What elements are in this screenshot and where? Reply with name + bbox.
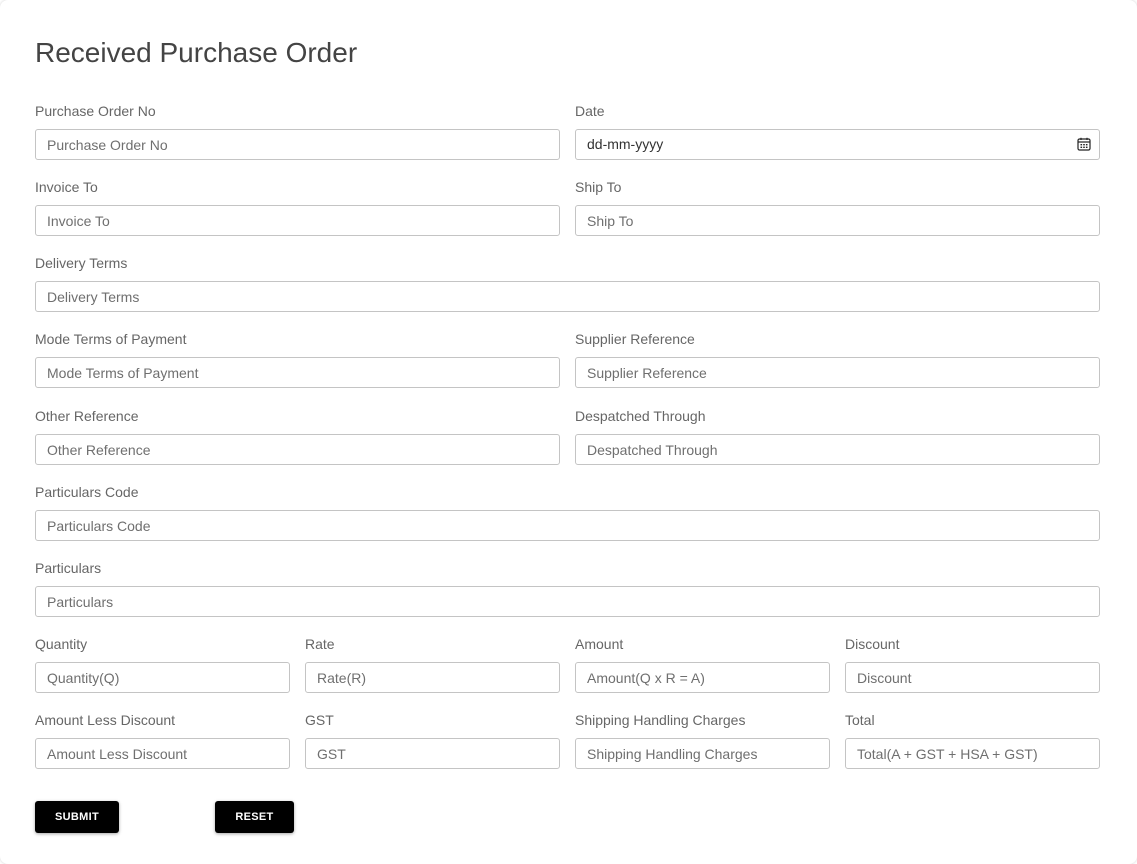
- date-input[interactable]: dd-mm-yyyy: [575, 129, 1100, 160]
- amount-label: Amount: [575, 636, 624, 652]
- gst-input[interactable]: [306, 739, 559, 768]
- other-reference-box: [35, 434, 560, 465]
- mode-terms-payment-input[interactable]: [36, 358, 559, 387]
- supplier-reference-box: [575, 357, 1100, 388]
- supplier-reference-input[interactable]: [576, 358, 1099, 387]
- despatched-through-input[interactable]: [576, 435, 1099, 464]
- amount-less-discount-input[interactable]: [36, 739, 289, 768]
- particulars-code-input[interactable]: [36, 511, 1099, 540]
- supplier-reference-label: Supplier Reference: [575, 331, 695, 347]
- total-box: [845, 738, 1100, 769]
- quantity-box: [35, 662, 290, 693]
- discount-input[interactable]: [846, 663, 1099, 692]
- particulars-code-label: Particulars Code: [35, 484, 139, 500]
- page-title: Received Purchase Order: [35, 37, 358, 68]
- shipping-handling-charges-input[interactable]: [576, 739, 829, 768]
- date-placeholder: dd-mm-yyyy: [587, 136, 664, 152]
- gst-box: [305, 738, 560, 769]
- ship-to-label: Ship To: [575, 179, 622, 195]
- invoice-to-box: [35, 205, 560, 236]
- discount-box: [845, 662, 1100, 693]
- particulars-input[interactable]: [36, 587, 1099, 616]
- purchase-order-no-label: Purchase Order No: [35, 103, 156, 119]
- discount-label: Discount: [845, 636, 900, 652]
- delivery-terms-label: Delivery Terms: [35, 255, 128, 271]
- quantity-label: Quantity: [35, 636, 88, 652]
- calendar-icon[interactable]: [1077, 137, 1091, 151]
- invoice-to-label: Invoice To: [35, 179, 98, 195]
- shipping-handling-charges-box: [575, 738, 830, 769]
- amount-less-discount-box: [35, 738, 290, 769]
- mode-terms-payment-label: Mode Terms of Payment: [35, 331, 187, 347]
- reset-button[interactable]: RESET: [215, 801, 294, 833]
- particulars-label: Particulars: [35, 560, 102, 576]
- rate-box: [305, 662, 560, 693]
- purchase-order-no-input[interactable]: [36, 130, 559, 159]
- date-label: Date: [575, 103, 605, 119]
- other-reference-label: Other Reference: [35, 408, 139, 424]
- shipping-handling-charges-label: Shipping Handling Charges: [575, 712, 746, 728]
- despatched-through-box: [575, 434, 1100, 465]
- particulars-box: [35, 586, 1100, 617]
- gst-label: GST: [305, 712, 334, 728]
- ship-to-box: [575, 205, 1100, 236]
- amount-input[interactable]: [576, 663, 829, 692]
- purchase-order-no-box: [35, 129, 560, 160]
- mode-terms-payment-box: [35, 357, 560, 388]
- particulars-code-box: [35, 510, 1100, 541]
- total-input[interactable]: [846, 739, 1099, 768]
- rate-label: Rate: [305, 636, 335, 652]
- submit-button[interactable]: SUBMIT: [35, 801, 119, 833]
- quantity-input[interactable]: [36, 663, 289, 692]
- amount-box: [575, 662, 830, 693]
- amount-less-discount-label: Amount Less Discount: [35, 712, 176, 728]
- delivery-terms-input[interactable]: [36, 282, 1099, 311]
- total-label: Total: [845, 712, 875, 728]
- rate-input[interactable]: [306, 663, 559, 692]
- delivery-terms-box: [35, 281, 1100, 312]
- other-reference-input[interactable]: [36, 435, 559, 464]
- ship-to-input[interactable]: [576, 206, 1099, 235]
- invoice-to-input[interactable]: [36, 206, 559, 235]
- purchase-order-form: Received Purchase Order Purchase Order N…: [0, 0, 1137, 864]
- despatched-through-label: Despatched Through: [575, 408, 706, 424]
